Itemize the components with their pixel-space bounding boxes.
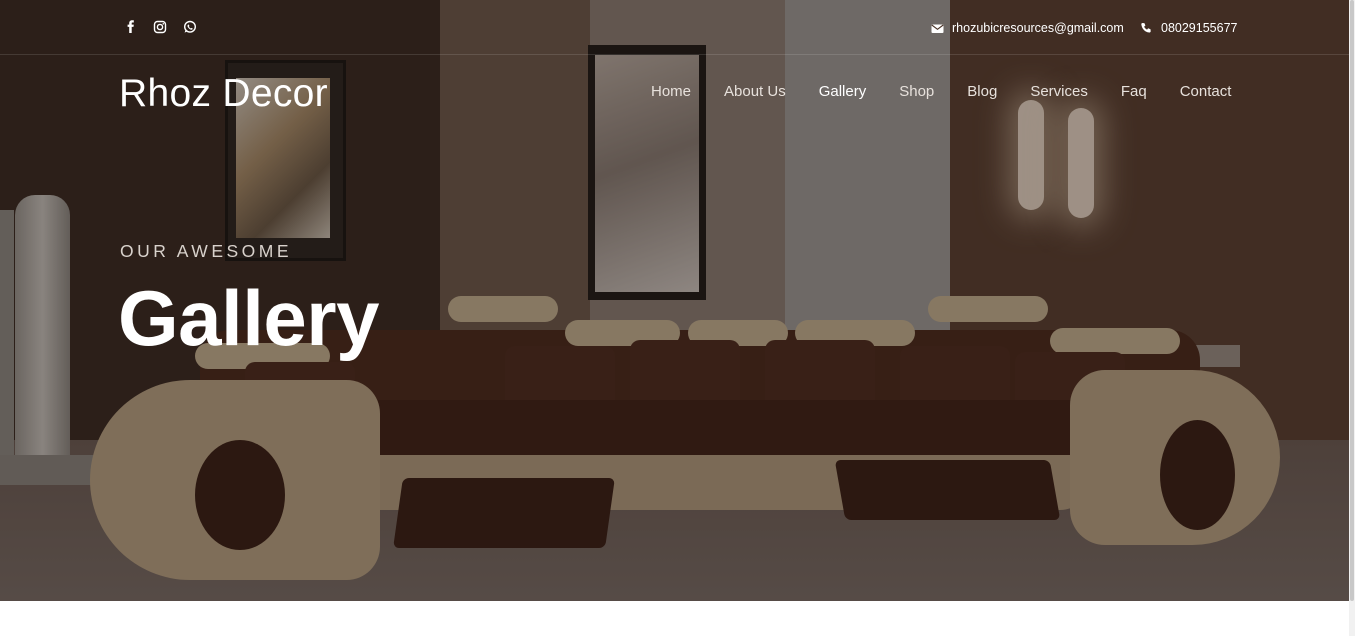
top-bar: rhozubicresources@gmail.com 08029155677 — [0, 0, 1349, 55]
phone-icon — [1140, 22, 1153, 35]
instagram-icon[interactable] — [152, 19, 168, 35]
main-nav: Home About Us Gallery Shop Blog Services… — [651, 80, 1231, 104]
nav-item-contact[interactable]: Contact — [1180, 80, 1232, 104]
hero-section: rhozubicresources@gmail.com 08029155677 … — [0, 0, 1349, 601]
hero-title: Gallery — [118, 274, 380, 362]
whatsapp-icon[interactable] — [182, 19, 198, 35]
envelope-icon — [931, 22, 944, 35]
nav-item-gallery[interactable]: Gallery — [819, 80, 867, 104]
scrollbar-thumb[interactable] — [1350, 0, 1354, 601]
phone-text: 08029155677 — [1161, 21, 1238, 35]
nav-item-shop[interactable]: Shop — [899, 80, 934, 104]
nav-item-services[interactable]: Services — [1030, 80, 1088, 104]
nav-item-blog[interactable]: Blog — [967, 80, 997, 104]
page-scrollbar[interactable] — [1349, 0, 1355, 636]
facebook-icon[interactable] — [123, 19, 139, 35]
nav-item-home[interactable]: Home — [651, 80, 691, 104]
email-text: rhozubicresources@gmail.com — [952, 21, 1124, 35]
nav-item-faq[interactable]: Faq — [1121, 80, 1147, 104]
hero-kicker: OUR AWESOME — [120, 241, 293, 261]
site-logo[interactable]: Rhoz Decor — [119, 70, 328, 118]
phone-contact[interactable]: 08029155677 — [1140, 19, 1237, 37]
nav-item-about-us[interactable]: About Us — [724, 80, 786, 104]
email-contact[interactable]: rhozubicresources@gmail.com — [931, 19, 1124, 37]
